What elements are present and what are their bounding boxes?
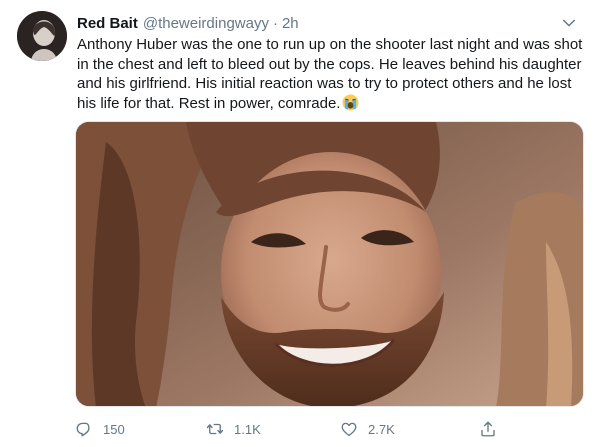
tweet-text: Anthony Huber was the one to run up on t…	[77, 35, 587, 113]
tweet[interactable]: Red Bait @theweirdingwayy · 2h Anthony H…	[0, 0, 598, 447]
like-count: 2.7K	[368, 421, 395, 437]
reply-count: 150	[103, 421, 125, 437]
tweet-text-content: Anthony Huber was the one to run up on t…	[77, 36, 583, 112]
timestamp[interactable]: 2h	[282, 15, 299, 32]
tweet-actions: 150 1.1K 2.7K	[75, 418, 515, 440]
retweet-button[interactable]: 1.1K	[206, 420, 261, 438]
retweet-icon	[206, 423, 224, 435]
display-name[interactable]: Red Bait	[77, 15, 138, 32]
retweet-count: 1.1K	[234, 421, 261, 437]
tweet-header: Red Bait @theweirdingwayy · 2h	[77, 12, 578, 34]
share-button[interactable]	[479, 420, 497, 438]
user-handle[interactable]: @theweirdingwayy	[143, 15, 269, 32]
crying-face-emoji	[342, 93, 359, 111]
share-icon	[481, 421, 495, 437]
like-button[interactable]: 2.7K	[340, 420, 395, 438]
chevron-down-icon[interactable]	[560, 14, 578, 32]
reply-icon	[76, 422, 90, 437]
separator-dot: ·	[272, 14, 278, 32]
tweet-photo[interactable]	[75, 121, 584, 407]
avatar[interactable]	[17, 11, 67, 61]
reply-button[interactable]: 150	[75, 420, 125, 438]
like-icon	[341, 422, 357, 437]
